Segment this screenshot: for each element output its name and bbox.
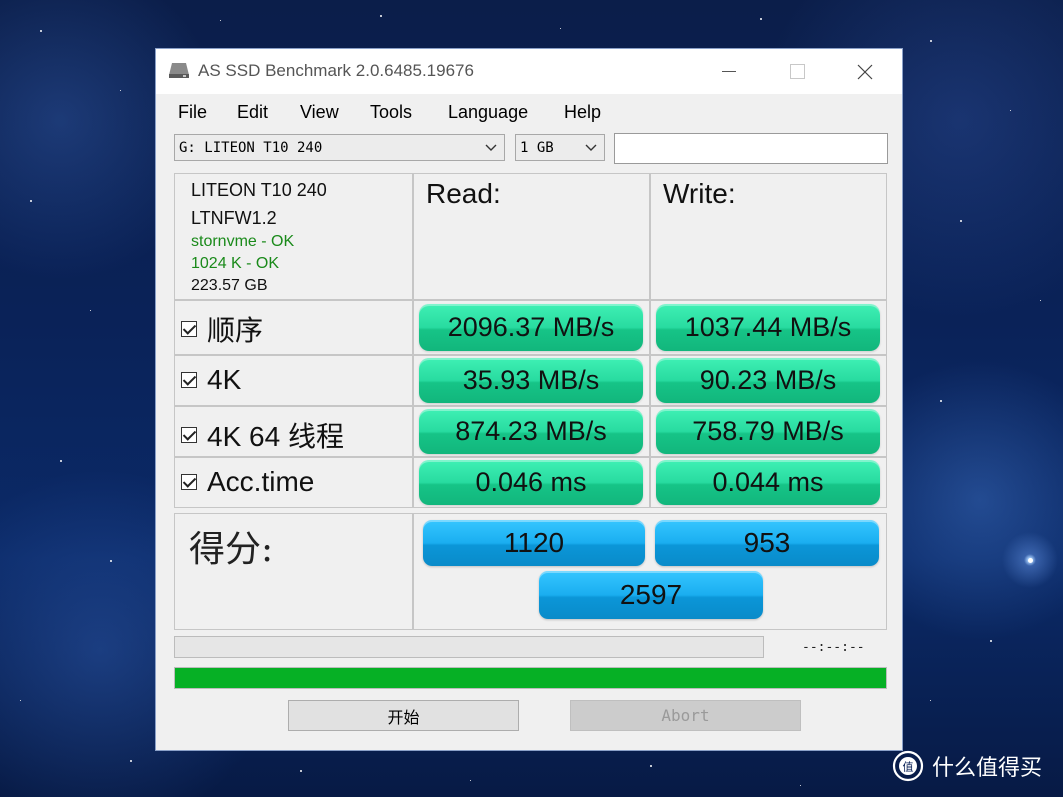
abort-button[interactable]: Abort	[570, 700, 801, 731]
total-score: 2597	[539, 571, 763, 619]
read-cell-4k: 35.93 MB/s	[413, 355, 650, 406]
size-select[interactable]: 1 GB	[515, 134, 605, 161]
menu-edit[interactable]: Edit	[237, 102, 268, 123]
row-label-text: Acc.time	[207, 466, 315, 497]
alignment-status: 1024 K - OK	[191, 255, 280, 272]
close-icon	[857, 64, 873, 80]
read-result-4k64: 874.23 MB/s	[419, 409, 643, 454]
drive-select-value: G: LITEON T10 240	[179, 140, 323, 156]
drive-icon	[169, 63, 189, 78]
write-cell-4k64: 758.79 MB/s	[650, 406, 887, 457]
score-label: 得分:	[189, 529, 274, 570]
row-label-acctime[interactable]: Acc.time	[174, 457, 413, 508]
drive-select[interactable]: G: LITEON T10 240	[174, 134, 505, 161]
row-label-4k[interactable]: 4K	[174, 355, 413, 406]
status-field[interactable]	[614, 133, 888, 164]
start-button[interactable]: 开始	[288, 700, 519, 731]
drive-info-box: LITEON T10 240 LTNFW1.2 stornvme - OK 10…	[174, 173, 413, 300]
drive-model: LITEON T10 240	[191, 180, 327, 200]
window-title: AS SSD Benchmark 2.0.6485.19676	[198, 61, 474, 80]
main-progress-fill	[175, 668, 886, 688]
checkbox[interactable]	[181, 372, 197, 388]
write-result-acctime: 0.044 ms	[656, 460, 880, 505]
minimize-button[interactable]	[712, 57, 746, 87]
menu-file[interactable]: File	[178, 102, 207, 123]
read-cell-acctime: 0.046 ms	[413, 457, 650, 508]
row-label-text: 4K 64 线程	[207, 421, 344, 452]
row-label-text: 顺序	[207, 315, 264, 346]
menu-help[interactable]: Help	[564, 102, 601, 123]
checkbox[interactable]	[181, 427, 197, 443]
write-result-seq: 1037.44 MB/s	[656, 304, 880, 351]
maximize-button[interactable]	[780, 57, 814, 87]
write-cell-acctime: 0.044 ms	[650, 457, 887, 508]
drive-firmware: LTNFW1.2	[191, 208, 277, 228]
read-cell-4k64: 874.23 MB/s	[413, 406, 650, 457]
read-result-acctime: 0.046 ms	[419, 460, 643, 505]
title-bar[interactable]: AS SSD Benchmark 2.0.6485.19676	[156, 49, 902, 94]
read-cell-seq: 2096.37 MB/s	[413, 300, 650, 355]
row-label-4k64[interactable]: 4K 64 线程	[174, 406, 413, 457]
read-score: 1120	[423, 520, 645, 566]
read-result-seq: 2096.37 MB/s	[419, 304, 643, 351]
close-button[interactable]	[848, 57, 882, 87]
menu-tools[interactable]: Tools	[370, 102, 412, 123]
size-select-value: 1 GB	[520, 140, 554, 156]
score-box: 1120 953 2597	[413, 513, 887, 630]
chevron-down-icon	[585, 144, 597, 151]
row-label-text: 4K	[207, 364, 242, 395]
score-label-box: 得分:	[174, 513, 413, 630]
drive-capacity: 223.57 GB	[191, 277, 268, 294]
write-result-4k: 90.23 MB/s	[656, 358, 880, 403]
write-column-header: Write:	[650, 173, 887, 300]
chevron-down-icon	[485, 144, 497, 151]
main-progress-bar	[174, 667, 887, 689]
row-label-seq[interactable]: 顺序	[174, 300, 413, 355]
results-panel: LITEON T10 240 LTNFW1.2 stornvme - OK 10…	[174, 173, 887, 630]
sub-progress-bar	[174, 636, 764, 658]
menu-language[interactable]: Language	[448, 102, 528, 123]
write-result-4k64: 758.79 MB/s	[656, 409, 880, 454]
menu-view[interactable]: View	[300, 102, 339, 123]
watermark-text: 什么值得买	[932, 756, 1043, 781]
driver-status: stornvme - OK	[191, 233, 295, 250]
checkbox[interactable]	[181, 474, 197, 490]
write-header: Write:	[663, 178, 736, 209]
elapsed-time: --:--:--	[802, 640, 865, 655]
write-cell-4k: 90.23 MB/s	[650, 355, 887, 406]
read-result-4k: 35.93 MB/s	[419, 358, 643, 403]
menu-bar: File Edit View Tools Language Help	[156, 97, 902, 129]
write-score: 953	[655, 520, 879, 566]
read-header: Read:	[426, 178, 501, 209]
smzdm-logo-icon: 值	[892, 750, 924, 782]
read-column-header: Read:	[413, 173, 650, 300]
write-cell-seq: 1037.44 MB/s	[650, 300, 887, 355]
watermark: 值 什么值得买	[892, 750, 1042, 782]
logo-glyph: 值	[903, 761, 914, 774]
checkbox[interactable]	[181, 321, 197, 337]
as-ssd-window: AS SSD Benchmark 2.0.6485.19676 File Edi…	[156, 49, 902, 750]
